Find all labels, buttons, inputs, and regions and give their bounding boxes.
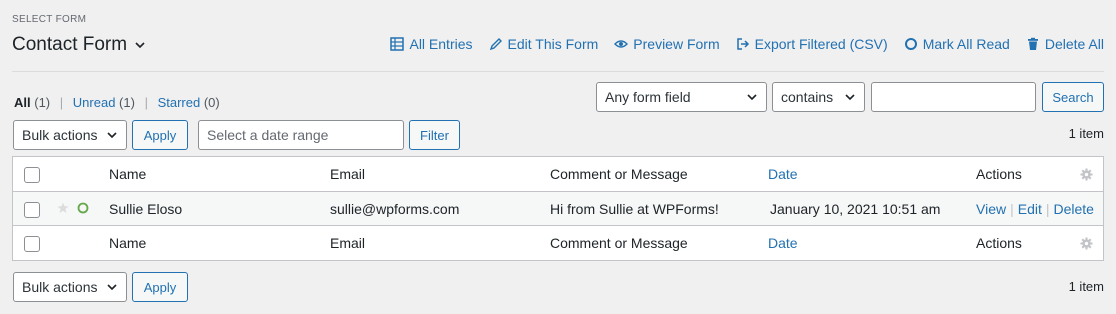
row-checkbox[interactable] [24,202,40,218]
unread-indicator-icon[interactable] [77,202,89,214]
edit-entry-link[interactable]: Edit [1018,201,1042,217]
header-actions: All Entries Edit This Form Preview Form … [390,36,1104,52]
column-message-footer[interactable]: Comment or Message [550,235,688,251]
export-csv-label: Export Filtered (CSV) [754,36,888,52]
column-actions-footer: Actions [976,235,1022,251]
column-email[interactable]: Email [330,166,365,182]
select-form-label: SELECT FORM [12,14,87,25]
export-csv-link[interactable]: Export Filtered (CSV) [736,36,888,52]
gear-icon[interactable] [1080,236,1093,250]
action-separator: | [1045,200,1050,217]
delete-all-label: Delete All [1044,36,1104,52]
column-message[interactable]: Comment or Message [550,166,688,182]
delete-all-link[interactable]: Delete All [1026,36,1104,52]
search-input[interactable] [871,82,1036,112]
table-footer-row: Name Email Comment or Message Date Actio… [13,226,1103,260]
apply-button-top[interactable]: Apply [132,120,188,150]
chevron-down-icon [107,132,117,139]
select-all-checkbox[interactable] [24,167,40,183]
edit-form-label: Edit This Form [507,36,599,52]
search-field-select[interactable]: Any form field [596,82,767,112]
bulk-actions-value: Bulk actions [22,127,98,143]
view-separator: | [59,95,64,110]
view-unread[interactable]: Unread (1) [73,95,135,110]
form-selector[interactable]: Contact Form [12,34,145,56]
column-email-footer[interactable]: Email [330,235,365,251]
view-filters: All (1) | Unread (1) | Starred (0) [14,95,220,110]
column-actions: Actions [976,166,1022,182]
search-field-value: Any form field [605,89,691,105]
form-name: Contact Form [12,34,128,55]
preview-form-label: Preview Form [633,36,720,52]
delete-entry-link[interactable]: Delete [1054,201,1094,217]
apply-button-bottom[interactable]: Apply [132,272,188,302]
mark-all-read-link[interactable]: Mark All Read [904,36,1010,52]
chevron-down-icon [107,284,117,291]
entry-message: Hi from Sullie at WPForms! [550,200,719,217]
table-icon [390,37,405,51]
view-separator: | [144,95,148,110]
search-button[interactable]: Search [1042,82,1104,112]
table-header-row: Name Email Comment or Message Date Actio… [13,157,1103,192]
gear-icon[interactable] [1080,167,1093,181]
preview-form-link[interactable]: Preview Form [614,36,720,52]
view-starred[interactable]: Starred (0) [158,95,220,110]
bulk-actions-select-top[interactable]: Bulk actions [13,120,127,150]
edit-form-link[interactable]: Edit This Form [489,36,599,52]
chevron-down-icon [845,94,855,101]
search-operator-value: contains [781,89,834,105]
search-operator-select[interactable]: contains [772,82,865,112]
column-date-footer[interactable]: Date [768,235,798,251]
item-count-bottom: 1 item [1068,279,1104,294]
bulk-actions-select-bottom[interactable]: Bulk actions [13,272,127,302]
entry-actions: View | Edit | Delete [976,201,1094,217]
column-name-footer[interactable]: Name [109,235,146,251]
entry-name: Sullie Eloso [109,200,183,217]
entry-email: sullie@wpforms.com [330,200,460,217]
mark-all-read-label: Mark All Read [922,36,1010,52]
pencil-icon [489,38,502,51]
star-icon[interactable] [57,202,69,214]
item-count-top: 1 item [1068,126,1104,141]
all-entries-label: All Entries [409,36,473,52]
chevron-down-icon [135,42,145,49]
table-row: Sullie Eloso sullie@wpforms.com Hi from … [13,192,1103,226]
select-all-checkbox-footer[interactable] [24,236,40,252]
date-range-input[interactable]: Select a date range [198,120,404,150]
trash-icon [1027,37,1038,50]
filter-button[interactable]: Filter [409,120,460,150]
entries-table: Name Email Comment or Message Date Actio… [12,156,1104,261]
view-all[interactable]: All (1) [14,95,50,110]
bulk-actions-value-bottom: Bulk actions [22,279,98,295]
chevron-down-icon [747,94,757,101]
circle-icon [904,38,917,50]
all-entries-link[interactable]: All Entries [390,36,473,52]
entry-date: January 10, 2021 10:51 am [770,200,941,217]
header-divider [12,71,1104,72]
column-date[interactable]: Date [768,166,798,182]
column-name[interactable]: Name [109,166,146,182]
view-entry-link[interactable]: View [976,201,1006,217]
export-icon [736,38,749,50]
eye-icon [614,40,629,48]
action-separator: | [1010,200,1014,217]
